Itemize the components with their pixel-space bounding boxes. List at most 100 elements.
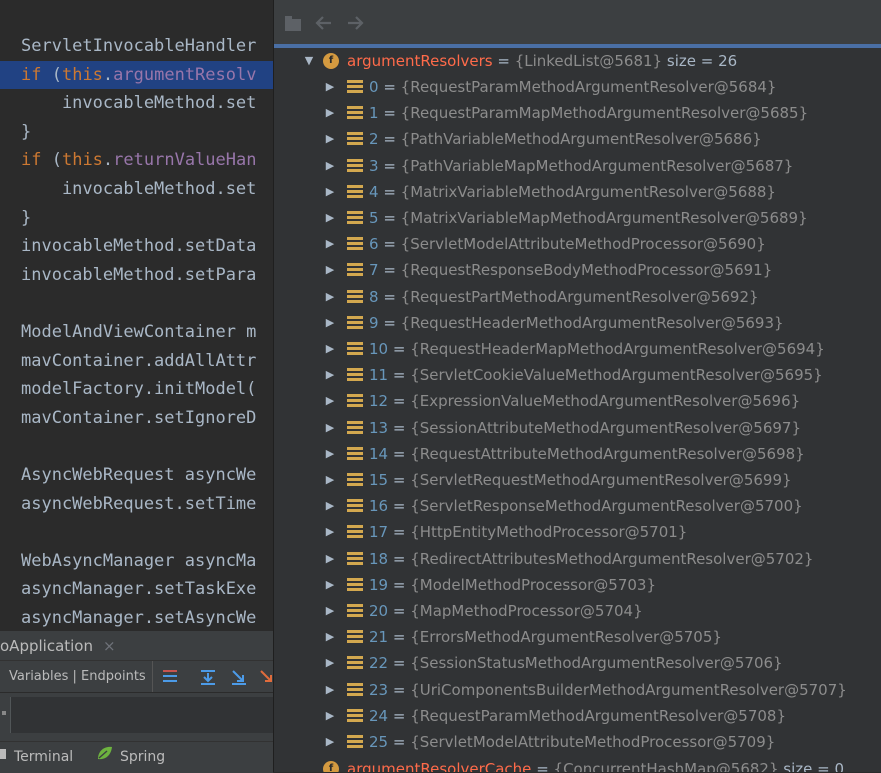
expand-arrow-icon[interactable] (303, 756, 315, 772)
expand-arrow-icon[interactable]: ▶ (324, 153, 336, 179)
code-line[interactable] (0, 518, 273, 546)
expand-arrow-icon[interactable]: ▶ (324, 388, 336, 414)
expand-arrow-icon[interactable]: ▶ (324, 598, 336, 624)
expand-arrow-icon[interactable]: ▶ (324, 415, 336, 441)
tree-row[interactable]: ▶ 10 = {RequestHeaderMapMethodArgumentRes… (274, 336, 881, 362)
code-line[interactable]: invocableMethod.set (0, 175, 273, 203)
expand-arrow-icon[interactable]: ▶ (324, 336, 336, 362)
tree-row[interactable]: ▶ 9 = {RequestHeaderMethodArgumentResolve… (274, 310, 881, 336)
tree-row[interactable]: ▶ 1 = {RequestParamMapMethodArgumentResol… (274, 100, 881, 126)
status-bar: Terminal Spring (0, 741, 273, 773)
code-line[interactable]: ServletInvocableHandler (0, 32, 273, 60)
expand-arrow-icon[interactable]: ▼ (303, 48, 315, 74)
tree-row[interactable]: ▶ 13 = {SessionAttributeMethodArgumentRes… (274, 415, 881, 441)
tree-row-argument-resolver-cache[interactable]: f argumentResolverCache = {ConcurrentHash… (274, 756, 881, 772)
expand-arrow-icon[interactable]: ▶ (324, 441, 336, 467)
frames-list[interactable] (10, 697, 274, 733)
tree-row[interactable]: ▶ 20 = {MapMethodProcessor@5704} (274, 598, 881, 624)
tree-row[interactable]: ▶ 3 = {PathVariableMapMethodArgumentResol… (274, 153, 881, 179)
expand-arrow-icon[interactable]: ▶ (324, 310, 336, 336)
tab-application[interactable]: oApplication × (0, 631, 122, 661)
expand-arrow-icon[interactable]: ▶ (324, 179, 336, 205)
tree-row[interactable]: ▶ 4 = {MatrixVariableMethodArgumentResolv… (274, 179, 881, 205)
code-line[interactable]: } (0, 118, 273, 146)
tree-row[interactable]: ▶ 8 = {RequestPartMethodArgumentResolver@… (274, 284, 881, 310)
step-into-icon[interactable] (229, 668, 249, 686)
code-line[interactable]: mavContainer.setIgnoreD (0, 404, 273, 432)
expand-arrow-icon[interactable]: ▶ (324, 703, 336, 729)
tree-row[interactable]: ▶ 14 = {RequestAttributeMethodArgumentRes… (274, 441, 881, 467)
expand-arrow-icon[interactable]: ▶ (324, 729, 336, 755)
expand-arrow-icon[interactable]: ▶ (324, 205, 336, 231)
tree-row[interactable]: ▶ 22 = {SessionStatusMethodArgumentResolv… (274, 650, 881, 676)
code-line[interactable]: asyncWebRequest.setTime (0, 490, 273, 518)
code-token: ModelAndViewContainer m (21, 322, 257, 342)
expand-arrow-icon[interactable]: ▶ (324, 546, 336, 572)
tree-row[interactable]: ▶ 17 = {HttpEntityMethodProcessor@5701} (274, 519, 881, 545)
code-line[interactable]: invocableMethod.set (0, 89, 273, 117)
code-line[interactable]: asyncManager.setTaskExe (0, 575, 273, 603)
row-text: 4 = {MatrixVariableMethodArgumentResolve… (369, 179, 776, 205)
expand-arrow-icon[interactable]: ▶ (324, 126, 336, 152)
expand-arrow-icon[interactable]: ▶ (324, 257, 336, 283)
expand-arrow-icon[interactable]: ▶ (324, 284, 336, 310)
tree-row[interactable]: ▶ 23 = {UriComponentsBuilderMethodArgumen… (274, 677, 881, 703)
tree-row[interactable]: ▶ 7 = {RequestResponseBodyMethodProcessor… (274, 257, 881, 283)
expand-arrow-icon[interactable]: ▶ (324, 231, 336, 257)
code-line[interactable] (0, 289, 273, 317)
tree-row-argument-resolvers[interactable]: ▼ f argumentResolvers = {LinkedList@5681} … (274, 48, 881, 74)
expand-arrow-icon[interactable]: ▶ (324, 74, 336, 100)
terminal-tool-button[interactable]: Terminal (0, 742, 73, 773)
step-list-icon[interactable] (160, 668, 180, 686)
expand-arrow-icon[interactable]: ▶ (324, 467, 336, 493)
code-line[interactable]: invocableMethod.setPara (0, 261, 273, 289)
tree-row[interactable]: ▶ 21 = {ErrorsMethodArgumentResolver@5705… (274, 624, 881, 650)
tree-row[interactable]: ▶ 6 = {ServletModelAttributeMethodProcess… (274, 231, 881, 257)
row-text: 13 = {SessionAttributeMethodArgumentReso… (369, 415, 801, 441)
code-line[interactable]: if (this.argumentResolv (0, 60, 273, 89)
variables-endpoints-tab[interactable]: Variables | Endpoints (0, 661, 153, 693)
expand-arrow-icon[interactable]: ▶ (324, 677, 336, 703)
tree-row[interactable]: ▶ 24 = {RequestParamMethodArgumentResolve… (274, 703, 881, 729)
code-line[interactable]: WebAsyncManager asyncMa (0, 547, 273, 575)
element-value: {ErrorsMethodArgumentResolver@5705} (410, 628, 722, 647)
tree-row[interactable]: ▶ 19 = {ModelMethodProcessor@5703} (274, 572, 881, 598)
code-line[interactable]: asyncManager.setAsyncWe (0, 604, 273, 630)
tree-row[interactable]: ▶ 2 = {PathVariableMethodArgumentResolver… (274, 126, 881, 152)
tree-row[interactable]: ▶ 18 = {RedirectAttributesMethodArgumentR… (274, 546, 881, 572)
code-editor[interactable]: ServletInvocableHandler if (this.argument… (0, 0, 273, 630)
expand-arrow-icon[interactable]: ▶ (324, 362, 336, 388)
forward-icon[interactable] (344, 13, 366, 33)
navigate-icon[interactable] (283, 13, 305, 33)
code-line[interactable]: ModelAndViewContainer m (0, 318, 273, 346)
code-line[interactable]: mavContainer.addAllAttr (0, 347, 273, 375)
code-line[interactable] (0, 432, 273, 460)
code-line[interactable]: invocableMethod.setData (0, 232, 273, 260)
expand-arrow-icon[interactable]: ▶ (324, 624, 336, 650)
code-line[interactable]: if (this.returnValueHan (0, 146, 273, 174)
tree-row[interactable]: ▶ 11 = {ServletCookieValueMethodArgumentR… (274, 362, 881, 388)
variables-tree[interactable]: ▼ f argumentResolvers = {LinkedList@5681} … (274, 48, 881, 772)
list-element-icon (347, 80, 363, 94)
tree-row[interactable]: ▶ 12 = {ExpressionValueMethodArgumentReso… (274, 388, 881, 414)
expand-arrow-icon[interactable]: ▶ (324, 519, 336, 545)
code-line[interactable]: modelFactory.initModel( (0, 375, 273, 403)
tree-row[interactable]: ▶ 16 = {ServletResponseMethodArgumentReso… (274, 493, 881, 519)
code-line[interactable]: } (0, 204, 273, 232)
back-icon[interactable] (313, 13, 335, 33)
list-element-icon (347, 184, 363, 199)
tree-row[interactable]: ▶ 0 = {RequestParamMethodArgumentResolver… (274, 74, 881, 100)
code-line[interactable]: AsyncWebRequest asyncWe (0, 461, 273, 489)
expand-arrow-icon[interactable]: ▶ (324, 100, 336, 126)
step-over-icon[interactable] (198, 668, 218, 686)
expand-arrow-icon[interactable]: ▶ (324, 650, 336, 676)
expand-arrow-icon[interactable]: ▶ (324, 493, 336, 519)
tree-row[interactable]: ▶ 25 = {ServletModelAttributeMethodProces… (274, 729, 881, 755)
close-icon[interactable]: × (103, 637, 116, 655)
list-element-icon (347, 368, 363, 382)
equals-sign: = (388, 549, 411, 568)
tree-row[interactable]: ▶ 15 = {ServletRequestMethodArgumentResol… (274, 467, 881, 493)
tree-row[interactable]: ▶ 5 = {MatrixVariableMapMethodArgumentRes… (274, 205, 881, 231)
spring-tool-button[interactable]: Spring (96, 742, 165, 773)
expand-arrow-icon[interactable]: ▶ (324, 572, 336, 598)
